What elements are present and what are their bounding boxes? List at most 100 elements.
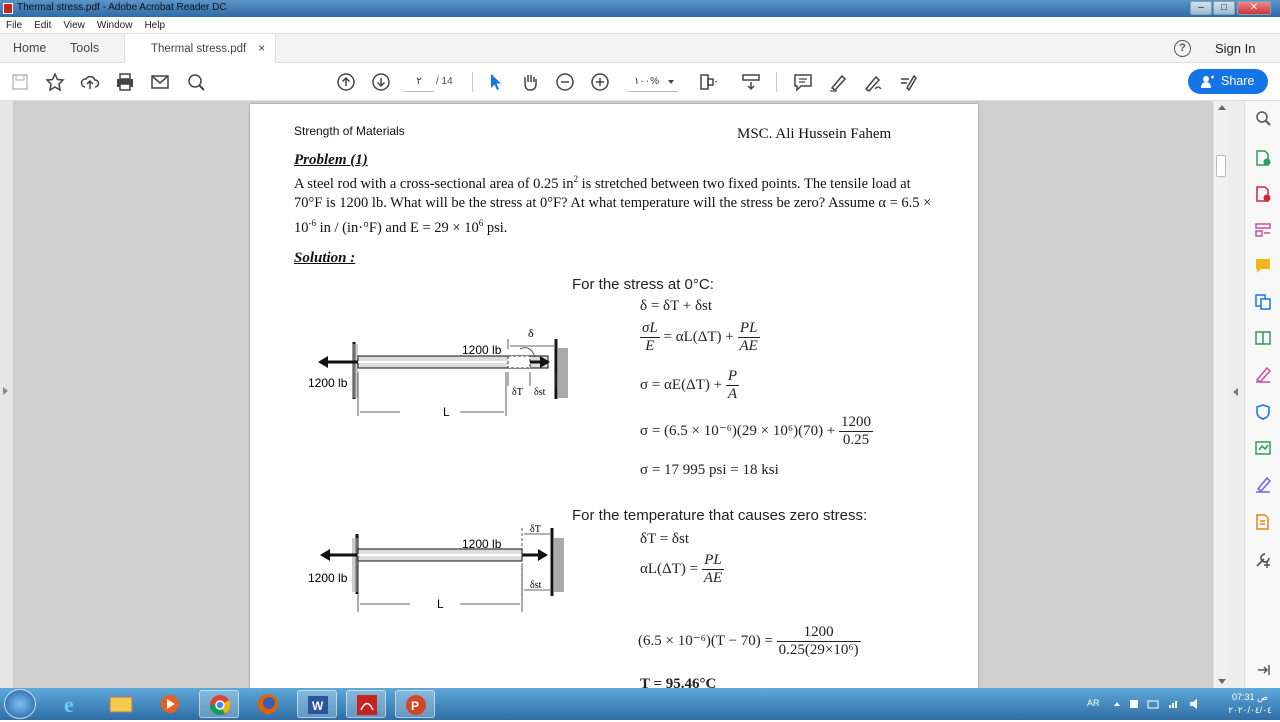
eq-sigmaL: σL E = αL(ΔT) + PL AE (640, 320, 760, 355)
tab-home[interactable]: Home (13, 34, 46, 63)
next-page-icon[interactable] (370, 71, 392, 93)
highlight-pen-icon[interactable] (827, 71, 849, 93)
start-button[interactable] (4, 689, 36, 719)
menu-window[interactable]: Window (91, 18, 139, 34)
numerator: 1200 (776, 624, 861, 642)
fraction: 1200 0.25(29×10⁶) (776, 624, 861, 659)
upload-cloud-icon[interactable] (79, 71, 101, 93)
menu-help[interactable]: Help (138, 18, 171, 34)
share-button[interactable]: Share (1188, 69, 1268, 94)
print-icon[interactable] (114, 71, 136, 93)
problem-text-part: psi. (483, 219, 508, 236)
page-number-input[interactable]: ٢ (404, 72, 434, 92)
left-panel-toggle[interactable] (0, 101, 14, 688)
collapse-rail-icon[interactable] (1254, 661, 1272, 679)
zoom-level-select[interactable]: ١٠٠% (628, 72, 678, 92)
problem-title: Problem (1) (294, 152, 368, 168)
tab-bar: Home Tools Thermal stress.pdf × ? Sign In (0, 34, 1280, 64)
scroll-down-icon[interactable] (1218, 679, 1226, 684)
tab-close-icon[interactable]: × (258, 41, 265, 55)
length-label: L (437, 597, 444, 611)
taskbar: e W P AR 07:31 ص ٢٠٢٠/٠٤/٠٤ (0, 688, 1280, 720)
sign-pen-icon[interactable] (1254, 475, 1272, 493)
expand-right-icon (3, 387, 8, 395)
right-pane-toggle[interactable] (1228, 101, 1244, 688)
protect-shield-icon[interactable] (1254, 403, 1272, 421)
scroll-up-icon[interactable] (1218, 105, 1226, 110)
tray-icons[interactable] (1112, 698, 1212, 710)
collapse-left-icon (1233, 388, 1238, 396)
scroll-thumb[interactable] (1216, 155, 1226, 177)
clock-date: ٢٠٢٠/٠٤/٠٤ (1228, 705, 1272, 715)
zoom-level-value: ١٠٠% (634, 76, 660, 87)
clock[interactable]: 07:31 ص ٢٠٢٠/٠٤/٠٤ (1220, 691, 1280, 717)
fill-sign-tool-icon[interactable] (1254, 365, 1272, 383)
denominator: E (645, 338, 655, 354)
denominator: 0.25 (842, 432, 870, 448)
media-player-icon[interactable] (150, 690, 190, 718)
file-explorer-icon[interactable] (101, 690, 141, 718)
zoom-out-icon[interactable] (554, 71, 576, 93)
problem-text: A steel rod with a cross-sectional area … (294, 170, 934, 238)
fraction: 1200 0.25 (839, 414, 874, 449)
organize-pages-icon[interactable] (1254, 329, 1272, 347)
close-window-button[interactable]: ✕ (1237, 1, 1271, 15)
comment-tool-icon[interactable] (1254, 257, 1272, 275)
previous-page-icon[interactable] (335, 71, 357, 93)
menu-edit[interactable]: Edit (28, 18, 57, 34)
menu-file[interactable]: File (0, 18, 28, 34)
vertical-scrollbar[interactable] (1213, 101, 1228, 688)
ie-icon[interactable]: e (52, 690, 92, 718)
export-pdf-icon[interactable] (1254, 149, 1272, 167)
fill-sign-icon[interactable] (897, 71, 919, 93)
document-viewer[interactable]: Strength of Materials MSC. Ali Hussein F… (0, 101, 1244, 688)
hand-tool-icon[interactable] (519, 71, 541, 93)
eq-text: σ = (6.5 × 10⁻⁶)(29 × 10⁶)(70) + (640, 422, 836, 439)
language-indicator[interactable]: AR (1087, 698, 1100, 708)
combine-files-icon[interactable] (1254, 293, 1272, 311)
window-title: Thermal stress.pdf - Adobe Acrobat Reade… (17, 2, 227, 13)
prepare-form-icon[interactable] (1254, 513, 1272, 531)
send-for-signature-icon[interactable] (1254, 439, 1272, 457)
tab-tools[interactable]: Tools (70, 34, 99, 63)
save-icon[interactable] (9, 71, 31, 93)
more-tools-wrench-icon[interactable] (1254, 551, 1272, 569)
numerator: PL (701, 552, 725, 570)
tools-rail (1244, 101, 1280, 688)
acrobat-app-icon (3, 3, 13, 14)
select-cursor-icon[interactable] (484, 71, 506, 93)
word-icon[interactable]: W (297, 690, 337, 718)
tab-document[interactable]: Thermal stress.pdf × (124, 34, 277, 64)
zoom-search-icon[interactable] (1254, 109, 1272, 127)
email-icon[interactable] (149, 71, 171, 93)
zoom-in-icon[interactable] (589, 71, 611, 93)
page-layout-icon[interactable] (697, 71, 719, 93)
powerpoint-icon[interactable]: P (395, 690, 435, 718)
fraction: σL E (640, 320, 660, 355)
chrome-icon[interactable] (199, 690, 239, 718)
eq-alphaL-PL: αL(ΔT) = PL AE (640, 552, 725, 587)
problem-text-part: in / (in·°F) and E = 29 × 10 (316, 219, 479, 236)
doc-header-right: MSC. Ali Hussein Fahem (737, 126, 892, 142)
scroll-mode-icon[interactable] (740, 71, 762, 93)
create-pdf-icon[interactable] (1254, 185, 1272, 203)
toolbar: ٢ / 14 ١٠٠% Share (0, 63, 1280, 101)
help-icon[interactable]: ? (1174, 40, 1191, 57)
rod-diagram-1: 1200 lb 1200 lb δ L δT δst (308, 326, 568, 419)
draw-sign-icon[interactable] (862, 71, 884, 93)
eq-zero: δT = δst (640, 531, 689, 547)
numerator: σL (640, 320, 660, 338)
comment-icon[interactable] (792, 71, 814, 93)
rod-diagram-2: 1200 lb 1200 lb L δT δst (308, 524, 564, 612)
menu-view[interactable]: View (57, 18, 91, 34)
firefox-icon[interactable] (248, 690, 288, 718)
maximize-button[interactable]: □ (1213, 1, 1235, 15)
sign-in-button[interactable]: Sign In (1215, 41, 1255, 56)
acrobat-icon[interactable] (346, 690, 386, 718)
search-icon[interactable] (185, 71, 207, 93)
edit-pdf-icon[interactable] (1254, 221, 1272, 239)
eq-numeric: σ = (6.5 × 10⁻⁶)(29 × 10⁶)(70) + 1200 0.2… (640, 414, 874, 449)
minimize-button[interactable]: – (1190, 1, 1212, 15)
bookmark-star-icon[interactable] (44, 71, 66, 93)
load-label-left: 1200 lb (308, 376, 348, 390)
